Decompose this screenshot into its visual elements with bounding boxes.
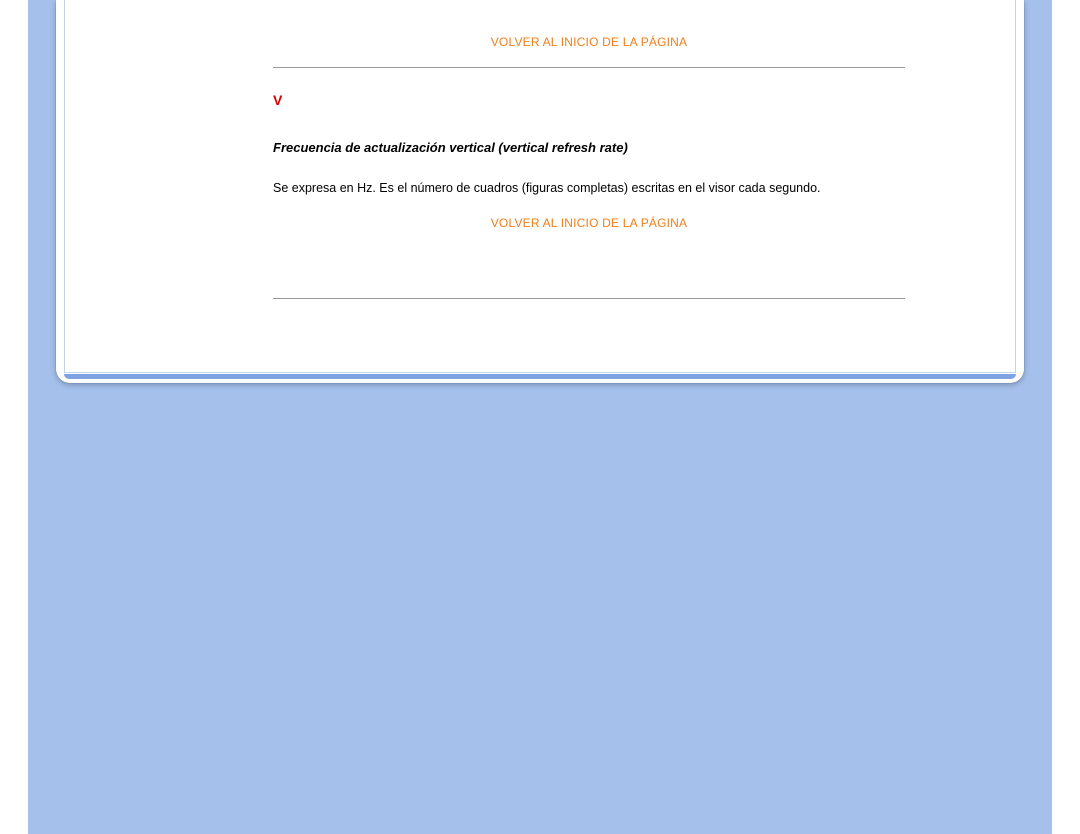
term-title: Frecuencia de actualización vertical (ve… [273, 140, 905, 155]
back-to-top-link-upper[interactable]: VOLVER AL INICIO DE LA PÁGINA [273, 35, 905, 49]
section-divider [273, 67, 905, 68]
content-area: VOLVER AL INICIO DE LA PÁGINA V Frecuenc… [273, 0, 905, 299]
frame-bottom-accent [64, 374, 1016, 379]
back-to-top-link-lower[interactable]: VOLVER AL INICIO DE LA PÁGINA [273, 216, 905, 230]
document-inner: VOLVER AL INICIO DE LA PÁGINA V Frecuenc… [64, 0, 1016, 373]
term-description: Se expresa en Hz. Es el número de cuadro… [273, 179, 905, 198]
document-frame: VOLVER AL INICIO DE LA PÁGINA V Frecuenc… [56, 0, 1024, 383]
end-divider [273, 298, 905, 299]
glossary-letter: V [273, 92, 905, 108]
